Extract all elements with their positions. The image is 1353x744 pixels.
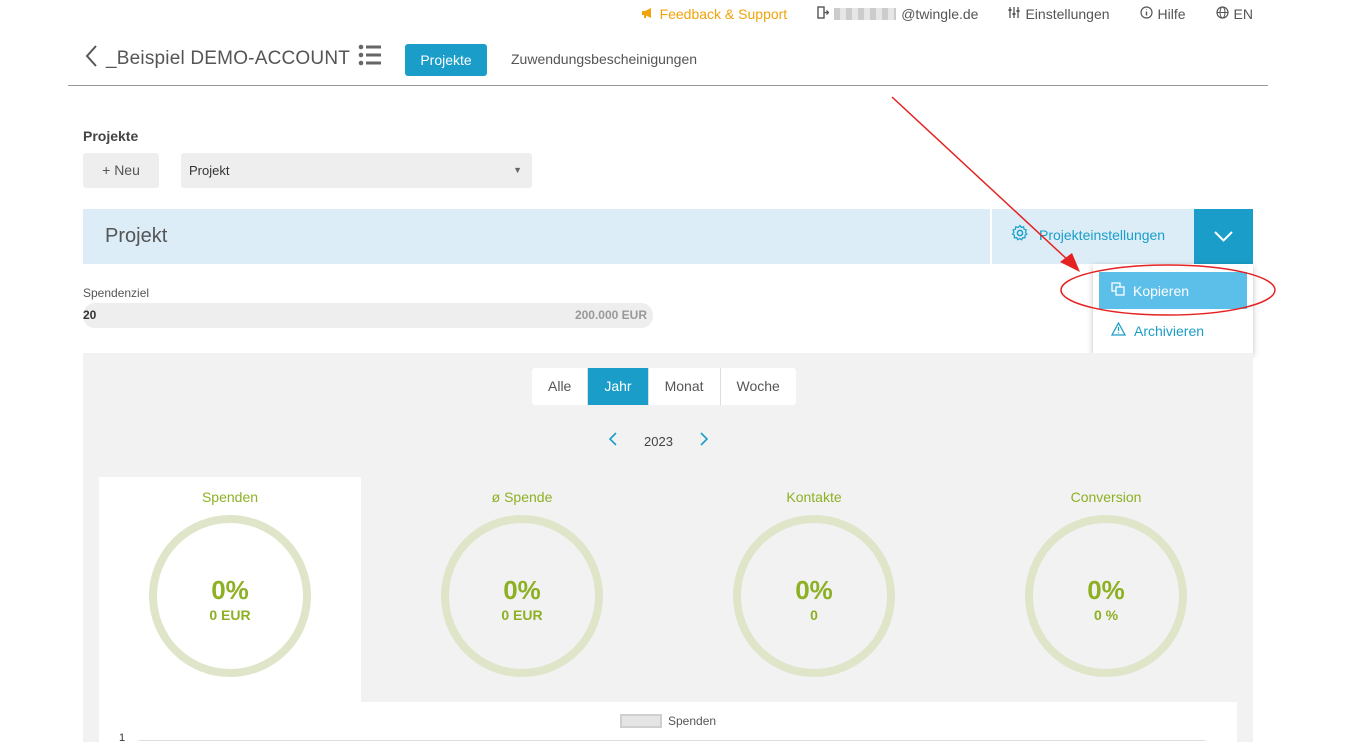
statistics-panel: Alle Jahr Monat Woche 2023 Spenden 0% 0 … xyxy=(83,353,1253,744)
goal-target-value: 200.000 EUR xyxy=(574,308,647,322)
megaphone-icon xyxy=(641,6,655,22)
account-email[interactable]: @twingle.de xyxy=(817,6,978,22)
chart-legend[interactable]: Spenden xyxy=(620,714,716,728)
legend-swatch xyxy=(620,714,662,728)
kpi-title: Kontakte xyxy=(786,489,842,505)
current-year: 2023 xyxy=(644,433,673,449)
kpi-card-donations[interactable]: Spenden 0% 0 EUR xyxy=(99,477,361,702)
project-select[interactable]: Projekt ▼ xyxy=(181,153,532,188)
chevron-right-icon[interactable] xyxy=(699,431,709,451)
kpi-percent: 0% xyxy=(795,575,833,605)
kpi-title: ø Spende xyxy=(491,489,553,505)
project-actions-menu: Kopieren Archivieren xyxy=(1093,264,1253,354)
donation-goal-label: Spendenziel xyxy=(83,286,150,300)
app-header: _Beispiel DEMO-ACCOUNT Projekte Zuwendun… xyxy=(68,36,1268,86)
logout-icon xyxy=(817,6,830,22)
kpi-value: 0 % xyxy=(1093,607,1119,623)
project-actions-dropdown-button[interactable] xyxy=(1194,209,1253,264)
period-tabs: Alle Jahr Monat Woche xyxy=(532,368,796,405)
kpi-value: 0 xyxy=(810,607,818,623)
copy-icon xyxy=(1111,282,1125,299)
kpi-card-average-donation[interactable]: ø Spende 0% 0 EUR xyxy=(391,477,653,702)
donations-chart: Spenden 1 xyxy=(99,702,1237,744)
goal-current-value: 20 xyxy=(83,308,97,322)
project-title: Projekt xyxy=(105,225,168,247)
info-icon xyxy=(1139,6,1153,22)
caret-down-icon: ▼ xyxy=(513,165,522,175)
new-project-button[interactable]: + Neu xyxy=(83,153,159,188)
kpi-percent: 0% xyxy=(1087,575,1125,605)
legend-label: Spenden xyxy=(668,714,717,728)
projects-section-label: Projekte xyxy=(83,128,139,144)
new-button-label: Neu xyxy=(114,162,140,178)
chevron-left-icon[interactable] xyxy=(608,431,618,451)
menu-copy-label: Kopieren xyxy=(1133,282,1190,299)
y-axis-tick: 1 xyxy=(119,732,126,744)
menu-archive-label: Archivieren xyxy=(1134,322,1205,339)
project-settings-button[interactable]: Projekteinstellungen xyxy=(1011,224,1165,245)
settings-label: Einstellungen xyxy=(1025,6,1110,22)
warning-icon xyxy=(1110,321,1127,339)
kpi-title: Spenden xyxy=(201,489,259,505)
project-settings-label: Projekteinstellungen xyxy=(1039,226,1166,243)
email-suffix: @twingle.de xyxy=(901,6,979,22)
menu-item-copy[interactable]: Kopieren xyxy=(1099,272,1247,309)
tab-projects[interactable]: Projekte xyxy=(405,44,487,76)
tab-donation-receipts[interactable]: Zuwendungsbescheinigungen xyxy=(511,51,697,67)
settings-link[interactable]: Einstellungen xyxy=(1008,6,1110,22)
account-name: _Beispiel DEMO-ACCOUNT xyxy=(106,48,351,69)
redacted-email xyxy=(834,8,897,20)
tab-week[interactable]: Woche xyxy=(721,368,796,405)
language-switch[interactable]: EN xyxy=(1215,6,1253,22)
menu-item-archive[interactable]: Archivieren xyxy=(1099,312,1247,349)
help-label: Hilfe xyxy=(1157,6,1186,22)
chart-gridline xyxy=(139,740,1205,741)
kpi-percent: 0% xyxy=(503,575,541,605)
kpi-value: 0 EUR xyxy=(209,607,251,623)
project-header-bar: Projekt Projekteinstellungen xyxy=(83,209,1253,264)
feedback-label: Feedback & Support xyxy=(659,6,788,22)
divider xyxy=(990,209,992,264)
kpi-value: 0 EUR xyxy=(501,607,543,623)
language-label: EN xyxy=(1233,6,1253,22)
help-link[interactable]: Hilfe xyxy=(1139,6,1186,22)
feedback-link[interactable]: Feedback & Support xyxy=(641,6,788,22)
plus-icon: + xyxy=(102,162,115,178)
kpi-ring: 0% 0 % xyxy=(1025,515,1187,677)
gear-icon xyxy=(1011,224,1029,245)
kpi-card-conversion[interactable]: Conversion 0% 0 % xyxy=(975,477,1237,702)
top-bar: Feedback & Support @twingle.de Einstellu… xyxy=(641,6,1253,22)
donation-goal-progress: 20 200.000 EUR xyxy=(83,303,653,328)
tab-all[interactable]: Alle xyxy=(532,368,589,405)
sliders-icon xyxy=(1008,6,1020,22)
project-select-value: Projekt xyxy=(189,163,230,178)
tab-year[interactable]: Jahr xyxy=(588,368,649,405)
kpi-card-contacts[interactable]: Kontakte 0% 0 xyxy=(683,477,945,702)
kpi-ring: 0% 0 EUR xyxy=(441,515,603,677)
kpi-ring: 0% 0 EUR xyxy=(149,515,311,677)
globe-icon xyxy=(1215,6,1229,22)
year-navigation: 2023 xyxy=(608,431,709,451)
kpi-percent: 0% xyxy=(211,575,249,605)
kpi-ring: 0% 0 xyxy=(733,515,895,677)
tab-month[interactable]: Monat xyxy=(649,368,721,405)
back-chevron-icon[interactable] xyxy=(84,44,98,75)
list-menu-icon[interactable] xyxy=(358,44,382,66)
kpi-title: Conversion xyxy=(1070,489,1142,505)
